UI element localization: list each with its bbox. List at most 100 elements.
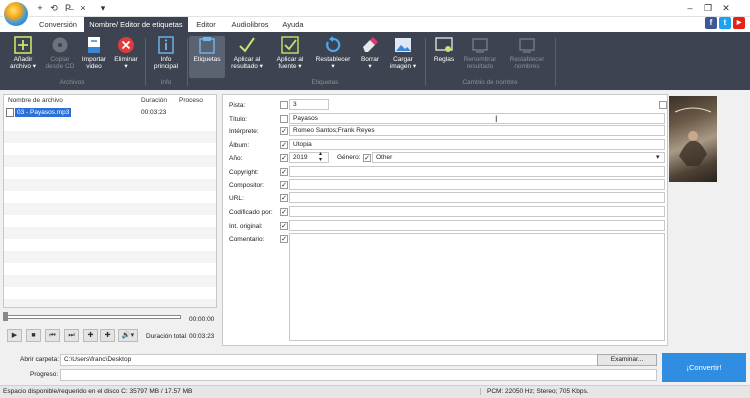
tab-editor[interactable]: Editor: [188, 17, 224, 32]
seek-thumb[interactable]: [3, 312, 8, 321]
file-list-panel: Nombre de archivo Duración Proceso 03 - …: [3, 94, 217, 308]
stop-button[interactable]: ■: [26, 329, 41, 342]
clear-button[interactable]: Borrar ▾: [356, 36, 384, 78]
reset-label: Restablecer ▾: [315, 56, 351, 70]
output-panel: Abrir carpeta: C:\Users\franc\Desktop Ex…: [0, 350, 750, 385]
url-input[interactable]: [289, 192, 665, 203]
group-label-tags: Etiquetas: [311, 79, 339, 86]
encoded-by-input[interactable]: [289, 206, 665, 217]
refresh-icon[interactable]: ⟲: [49, 3, 59, 14]
year-label: Año:: [229, 155, 243, 162]
column-header-duration[interactable]: Duración: [141, 95, 167, 106]
artist-checkbox[interactable]: ✓: [280, 127, 288, 135]
comment-checkbox[interactable]: ✓: [280, 235, 288, 243]
cd-icon: [52, 37, 68, 53]
year-checkbox[interactable]: ✓: [280, 154, 288, 162]
track-label: Pista:: [229, 102, 246, 109]
composer-input[interactable]: [289, 179, 665, 190]
load-image-label: Cargar imagen ▾: [389, 56, 417, 70]
next-button[interactable]: ⏭: [64, 329, 79, 342]
comment-textarea[interactable]: [289, 233, 665, 341]
facebook-icon[interactable]: f: [705, 17, 717, 29]
track-input[interactable]: 3: [289, 99, 329, 110]
previous-button[interactable]: ⏮: [45, 329, 60, 342]
clear-label: Borrar ▾: [360, 56, 380, 70]
title-input[interactable]: Payasos: [289, 113, 665, 124]
column-header-process[interactable]: Proceso: [179, 95, 203, 106]
copyright-checkbox[interactable]: ✓: [280, 168, 288, 176]
title-label: Título:: [229, 116, 248, 123]
original-artist-checkbox[interactable]: ✓: [280, 222, 288, 230]
apply-to-result-button[interactable]: Aplicar al resultado ▾: [226, 36, 268, 78]
reset-names-label: Restablecer nombres: [509, 56, 545, 70]
tab-audiobooks[interactable]: Audiolibros: [224, 17, 276, 32]
column-header-filename[interactable]: Nombre de archivo: [8, 95, 63, 106]
file-name: 03 - Payasos.mp3: [15, 108, 72, 117]
main-info-button[interactable]: Info principal: [148, 36, 184, 78]
reset-button[interactable]: Restablecer ▾: [312, 36, 354, 78]
apply-to-source-button[interactable]: Aplicar al fuente ▾: [270, 36, 310, 78]
url-checkbox[interactable]: ✓: [280, 194, 288, 202]
new-icon[interactable]: +: [35, 3, 45, 14]
move-down-button[interactable]: ✚: [100, 329, 115, 342]
copyright-input[interactable]: [289, 166, 665, 177]
tags-button[interactable]: Etiquetas: [189, 36, 225, 78]
year-input[interactable]: 2019: [289, 152, 329, 163]
file-icon: [6, 108, 14, 117]
encoded-by-label: Codificado por:: [229, 209, 273, 216]
tab-conversion[interactable]: Conversión: [32, 17, 84, 32]
import-video-icon: [88, 37, 100, 53]
add-file-button[interactable]: Añadir archivo ▾: [4, 36, 42, 78]
minimize-button[interactable]: –: [683, 2, 697, 14]
chevron-down-icon[interactable]: ▾: [656, 153, 660, 161]
twitter-icon[interactable]: t: [719, 17, 731, 29]
main-info-label: Info principal: [153, 56, 179, 70]
reset-icon: [326, 36, 341, 53]
volume-button[interactable]: 🔊▾: [118, 329, 138, 342]
artist-input[interactable]: Romeo Santos;Frank Reyes: [289, 125, 665, 136]
album-input[interactable]: Utopia: [289, 139, 665, 150]
tab-help[interactable]: Ayuda: [276, 17, 310, 32]
album-cover-image[interactable]: [669, 96, 717, 182]
copyright-label: Copyright:: [229, 169, 259, 176]
track-checkbox[interactable]: [280, 101, 288, 109]
rename-result-label: Renombrar resultado: [463, 56, 497, 70]
close-icon[interactable]: ×: [78, 3, 88, 14]
tags-label: Etiquetas: [193, 56, 221, 63]
encoded-by-checkbox[interactable]: ✓: [280, 208, 288, 216]
delete-button[interactable]: Eliminar ▾: [110, 36, 142, 78]
table-row[interactable]: 03 - Payasos.mp3 00:03:23: [4, 107, 216, 119]
original-artist-input[interactable]: [289, 220, 665, 231]
total-duration-label: Duración total: [146, 333, 187, 340]
convert-button[interactable]: ¡Convertir!: [662, 353, 746, 382]
move-up-icon: ✚: [87, 332, 94, 339]
seek-bar[interactable]: [3, 315, 181, 319]
customize-dropdown-icon[interactable]: ▾: [98, 3, 108, 14]
cover-checkbox[interactable]: [659, 101, 667, 109]
move-up-button[interactable]: ✚: [83, 329, 98, 342]
table-row-empty: [4, 275, 216, 287]
rules-button[interactable]: Reglas: [428, 36, 460, 78]
year-spinner-icon[interactable]: ▴ ▾: [319, 151, 322, 163]
tab-tag-editor[interactable]: Nombre/ Editor de etiquetas: [84, 17, 188, 32]
genre-select[interactable]: Other: [372, 152, 665, 163]
rename-icon[interactable]: P̶: [63, 3, 73, 14]
browse-button[interactable]: Examinar...: [597, 354, 657, 366]
apply-to-source-label: Aplicar al fuente ▾: [276, 56, 304, 70]
youtube-icon[interactable]: ▶: [733, 17, 745, 29]
title-checkbox[interactable]: [280, 115, 288, 123]
maximize-button[interactable]: ❐: [701, 2, 715, 14]
composer-checkbox[interactable]: ✓: [280, 181, 288, 189]
play-button[interactable]: ▶: [7, 329, 22, 342]
app-logo[interactable]: [3, 1, 29, 27]
album-checkbox[interactable]: ✓: [280, 141, 288, 149]
output-folder-input[interactable]: C:\Users\franc\Desktop: [60, 354, 657, 366]
load-image-button[interactable]: Cargar imagen ▾: [386, 36, 420, 78]
album-art-figure-icon: [674, 107, 712, 166]
table-row-empty: [4, 227, 216, 239]
add-file-label: Añadir archivo ▾: [9, 56, 37, 70]
genre-checkbox[interactable]: ✓: [363, 154, 371, 162]
rename-result-icon: [472, 38, 488, 53]
import-video-button[interactable]: Importar video: [77, 36, 111, 78]
close-window-button[interactable]: ✕: [719, 2, 733, 14]
